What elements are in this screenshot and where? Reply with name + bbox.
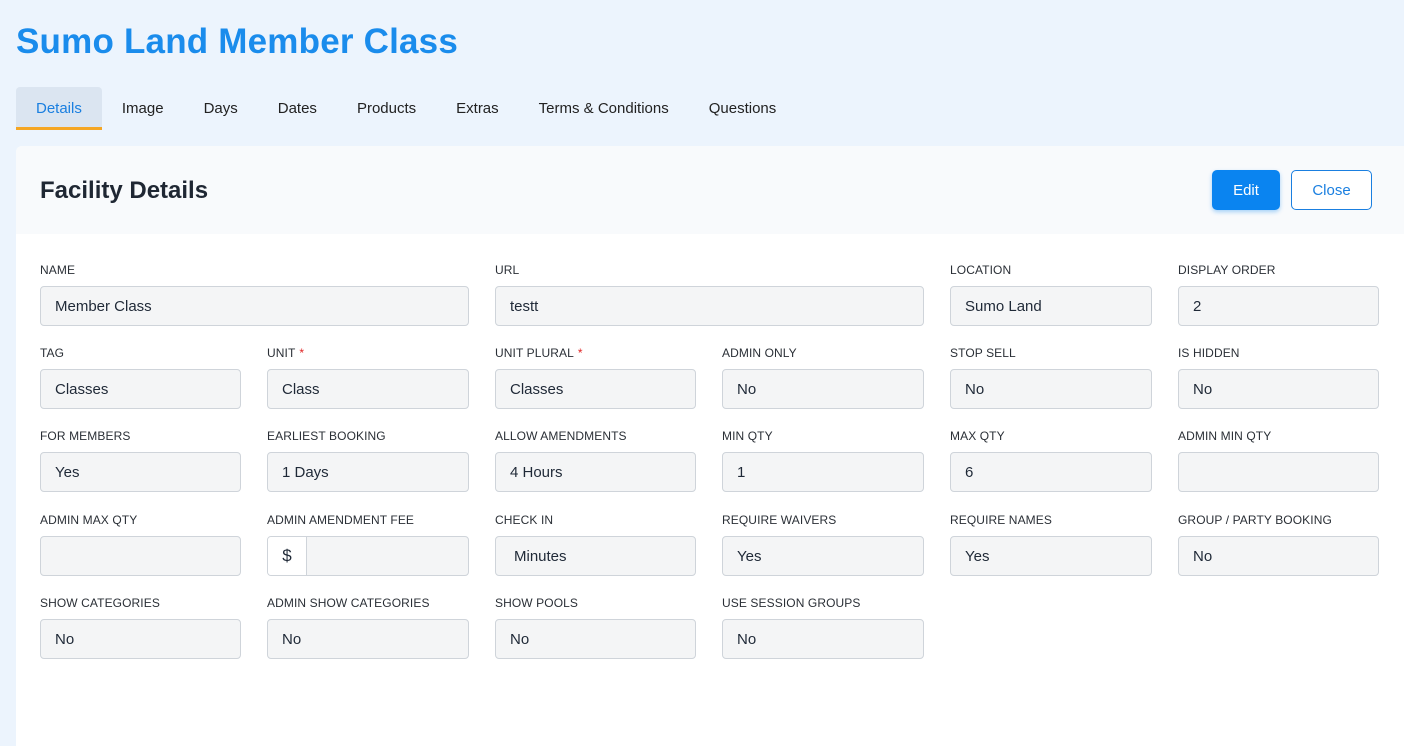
- unit-label: UNIT: [267, 346, 296, 360]
- unit-label-row: UNIT *: [267, 345, 469, 361]
- name-label: NAME: [40, 263, 76, 277]
- admin-amendment-fee-field: ADMIN AMENDMENT FEE $: [267, 512, 469, 576]
- show-pools-label: SHOW POOLS: [495, 596, 579, 610]
- show-pools-field: SHOW POOLS No: [495, 595, 696, 659]
- admin-show-categories-field: ADMIN SHOW CATEGORIES No: [267, 595, 469, 659]
- show-categories-select[interactable]: No: [40, 619, 241, 659]
- check-in-value: Minutes: [514, 547, 567, 565]
- admin-only-label: ADMIN ONLY: [722, 346, 797, 360]
- require-waivers-label: REQUIRE WAIVERS: [722, 513, 837, 527]
- admin-show-categories-label: ADMIN SHOW CATEGORIES: [267, 596, 430, 610]
- is-hidden-field: IS HIDDEN No: [1178, 345, 1379, 409]
- admin-max-qty-label: ADMIN MAX QTY: [40, 513, 138, 527]
- unit-plural-label-row: UNIT PLURAL *: [495, 345, 696, 361]
- unit-plural-label: UNIT PLURAL: [495, 346, 574, 360]
- edit-button[interactable]: Edit: [1212, 170, 1280, 210]
- display-order-label: DISPLAY ORDER: [1178, 263, 1276, 277]
- unit-plural-field: UNIT PLURAL * Classes: [495, 345, 696, 409]
- check-in-field: CHECK IN Minutes: [495, 512, 696, 576]
- location-field: LOCATION Sumo Land: [950, 262, 1152, 326]
- url-label: URL: [495, 263, 520, 277]
- tag-label: TAG: [40, 346, 65, 360]
- require-names-select[interactable]: Yes: [950, 536, 1152, 576]
- min-qty-field: MIN QTY 1: [722, 428, 924, 492]
- tag-field: TAG Classes: [40, 345, 241, 409]
- check-in-label: CHECK IN: [495, 513, 554, 527]
- facility-details-card: Facility Details Edit Close NAME Member …: [16, 146, 1404, 746]
- admin-min-qty-input[interactable]: [1178, 452, 1379, 492]
- admin-amendment-fee-label: ADMIN AMENDMENT FEE: [267, 513, 415, 527]
- stop-sell-field: STOP SELL No: [950, 345, 1152, 409]
- max-qty-label: MAX QTY: [950, 429, 1005, 443]
- admin-max-qty-input[interactable]: [40, 536, 241, 576]
- max-qty-field: MAX QTY 6: [950, 428, 1152, 492]
- name-input[interactable]: Member Class: [40, 286, 469, 326]
- max-qty-input[interactable]: 6: [950, 452, 1152, 492]
- tab-days[interactable]: Days: [184, 87, 258, 130]
- admin-min-qty-field: ADMIN MIN QTY: [1178, 428, 1379, 492]
- url-input[interactable]: testt: [495, 286, 924, 326]
- show-categories-label: SHOW CATEGORIES: [40, 596, 160, 610]
- group-party-booking-field: GROUP / PARTY BOOKING No: [1178, 512, 1379, 576]
- admin-min-qty-label: ADMIN MIN QTY: [1178, 429, 1272, 443]
- display-order-field: DISPLAY ORDER 2: [1178, 262, 1379, 326]
- display-order-input[interactable]: 2: [1178, 286, 1379, 326]
- stop-sell-label: STOP SELL: [950, 346, 1016, 360]
- tag-input[interactable]: Classes: [40, 369, 241, 409]
- require-waivers-select[interactable]: Yes: [722, 536, 924, 576]
- admin-show-categories-select[interactable]: No: [267, 619, 469, 659]
- tab-questions[interactable]: Questions: [689, 87, 797, 130]
- show-categories-field: SHOW CATEGORIES No: [40, 595, 241, 659]
- admin-max-qty-field: ADMIN MAX QTY: [40, 512, 241, 576]
- allow-amendments-field: ALLOW AMENDMENTS 4 Hours: [495, 428, 696, 492]
- tab-image[interactable]: Image: [102, 87, 184, 130]
- require-names-label: REQUIRE NAMES: [950, 513, 1052, 527]
- admin-only-select[interactable]: No: [722, 369, 924, 409]
- required-marker: *: [299, 346, 305, 360]
- tab-dates[interactable]: Dates: [258, 87, 337, 130]
- group-party-booking-select[interactable]: No: [1178, 536, 1379, 576]
- stop-sell-select[interactable]: No: [950, 369, 1152, 409]
- unit-input[interactable]: Class: [267, 369, 469, 409]
- card-title: Facility Details: [40, 177, 209, 204]
- admin-amendment-fee-input-group: $: [267, 536, 469, 576]
- use-session-groups-select[interactable]: No: [722, 619, 924, 659]
- currency-prefix: $: [268, 537, 307, 575]
- card-header: Facility Details Edit Close: [16, 146, 1404, 234]
- url-field: URL testt: [495, 262, 924, 326]
- require-waivers-field: REQUIRE WAIVERS Yes: [722, 512, 924, 576]
- admin-only-field: ADMIN ONLY No: [722, 345, 924, 409]
- allow-amendments-input[interactable]: 4 Hours: [495, 452, 696, 492]
- name-field: NAME Member Class: [40, 262, 469, 326]
- unit-plural-input[interactable]: Classes: [495, 369, 696, 409]
- earliest-booking-label: EARLIEST BOOKING: [267, 429, 386, 443]
- tab-extras[interactable]: Extras: [436, 87, 519, 130]
- location-label: LOCATION: [950, 263, 1012, 277]
- earliest-booking-field: EARLIEST BOOKING 1 Days: [267, 428, 469, 492]
- unit-field: UNIT * Class: [267, 345, 469, 409]
- for-members-select[interactable]: Yes: [40, 452, 241, 492]
- use-session-groups-field: USE SESSION GROUPS No: [722, 595, 924, 659]
- allow-amendments-label: ALLOW AMENDMENTS: [495, 429, 627, 443]
- group-party-booking-label: GROUP / PARTY BOOKING: [1178, 513, 1332, 527]
- show-pools-select[interactable]: No: [495, 619, 696, 659]
- page-title: Sumo Land Member Class: [16, 22, 459, 61]
- location-input[interactable]: Sumo Land: [950, 286, 1152, 326]
- for-members-label: FOR MEMBERS: [40, 429, 131, 443]
- min-qty-input[interactable]: 1: [722, 452, 924, 492]
- required-marker: *: [577, 346, 583, 360]
- min-qty-label: MIN QTY: [722, 429, 773, 443]
- use-session-groups-label: USE SESSION GROUPS: [722, 596, 861, 610]
- tab-terms-conditions[interactable]: Terms & Conditions: [519, 87, 689, 130]
- check-in-input[interactable]: Minutes: [495, 536, 696, 576]
- is-hidden-select[interactable]: No: [1178, 369, 1379, 409]
- for-members-field: FOR MEMBERS Yes: [40, 428, 241, 492]
- require-names-field: REQUIRE NAMES Yes: [950, 512, 1152, 576]
- tab-details[interactable]: Details: [16, 87, 102, 130]
- tab-products[interactable]: Products: [337, 87, 436, 130]
- earliest-booking-input[interactable]: 1 Days: [267, 452, 469, 492]
- close-button[interactable]: Close: [1291, 170, 1372, 210]
- tab-bar: Details Image Days Dates Products Extras…: [16, 87, 796, 130]
- is-hidden-label: IS HIDDEN: [1178, 346, 1240, 360]
